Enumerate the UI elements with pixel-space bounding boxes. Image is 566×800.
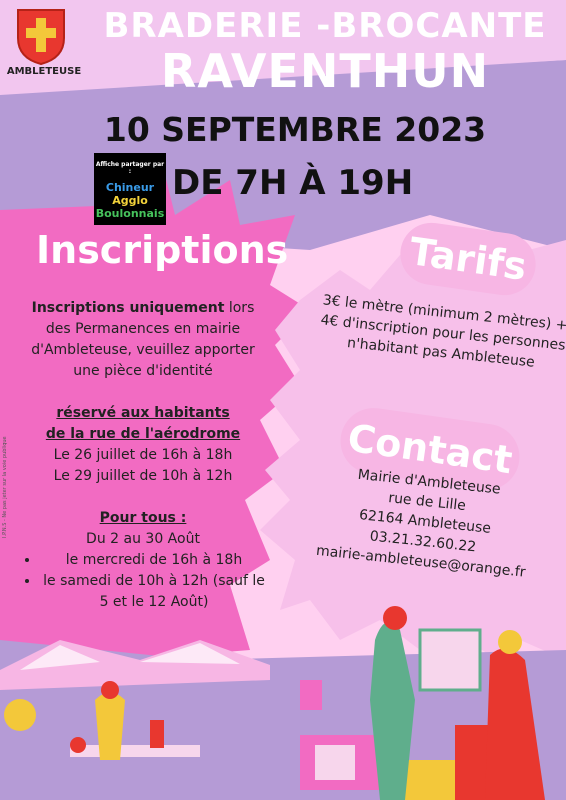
partner-line3: Boulonnais [95,207,165,220]
all-heading: Pour tous : [99,510,187,526]
partner-line1: Chineur [105,181,155,194]
all-schedule-list: le mercredi de 16h à 18h le samedi de 10… [18,550,268,613]
partner-line2: Agglo [112,194,148,207]
market-vase [4,699,36,731]
market-table [70,745,200,757]
event-hours: DE 7H À 19H [172,163,414,203]
residents-date-2: Le 29 juillet de 10h à 12h [53,468,233,484]
partner-badge: Affiche partager par : Chineur Agglo Bou… [94,153,166,225]
coat-of-arms-logo [17,9,65,66]
all-period: Du 2 au 30 Août [86,531,200,547]
partner-caption: Affiche partager par : [95,161,165,175]
intro-bold: Inscriptions uniquement [31,300,225,316]
inscriptions-intro: Inscriptions uniquement lors des Permane… [18,298,268,382]
residents-heading-2: de la rue de l'aérodrome [45,426,241,442]
event-title-line1: BRADERIE -BROCANTE [103,6,547,46]
inscriptions-title: Inscriptions [36,228,289,272]
all-item-wednesday: le mercredi de 16h à 18h [40,550,268,571]
inscriptions-text: Inscriptions uniquement lors des Permane… [18,298,268,613]
picture-stand [418,628,482,692]
logo-label: AMBLETEUSE [6,66,82,77]
residents-date-1: Le 26 juillet de 16h à 18h [53,447,233,463]
all-item-saturday: le samedi de 10h à 12h (sauf le 5 et le … [40,571,268,613]
side-legal-note: I.P.N.S - Ne pas jeter sur la voie publi… [2,436,8,538]
event-date: 10 SEPTEMBRE 2023 [103,110,487,149]
event-title-line2: RAVENTHUN [160,44,490,98]
residents-heading-1: réservé aux habitants [56,405,230,421]
